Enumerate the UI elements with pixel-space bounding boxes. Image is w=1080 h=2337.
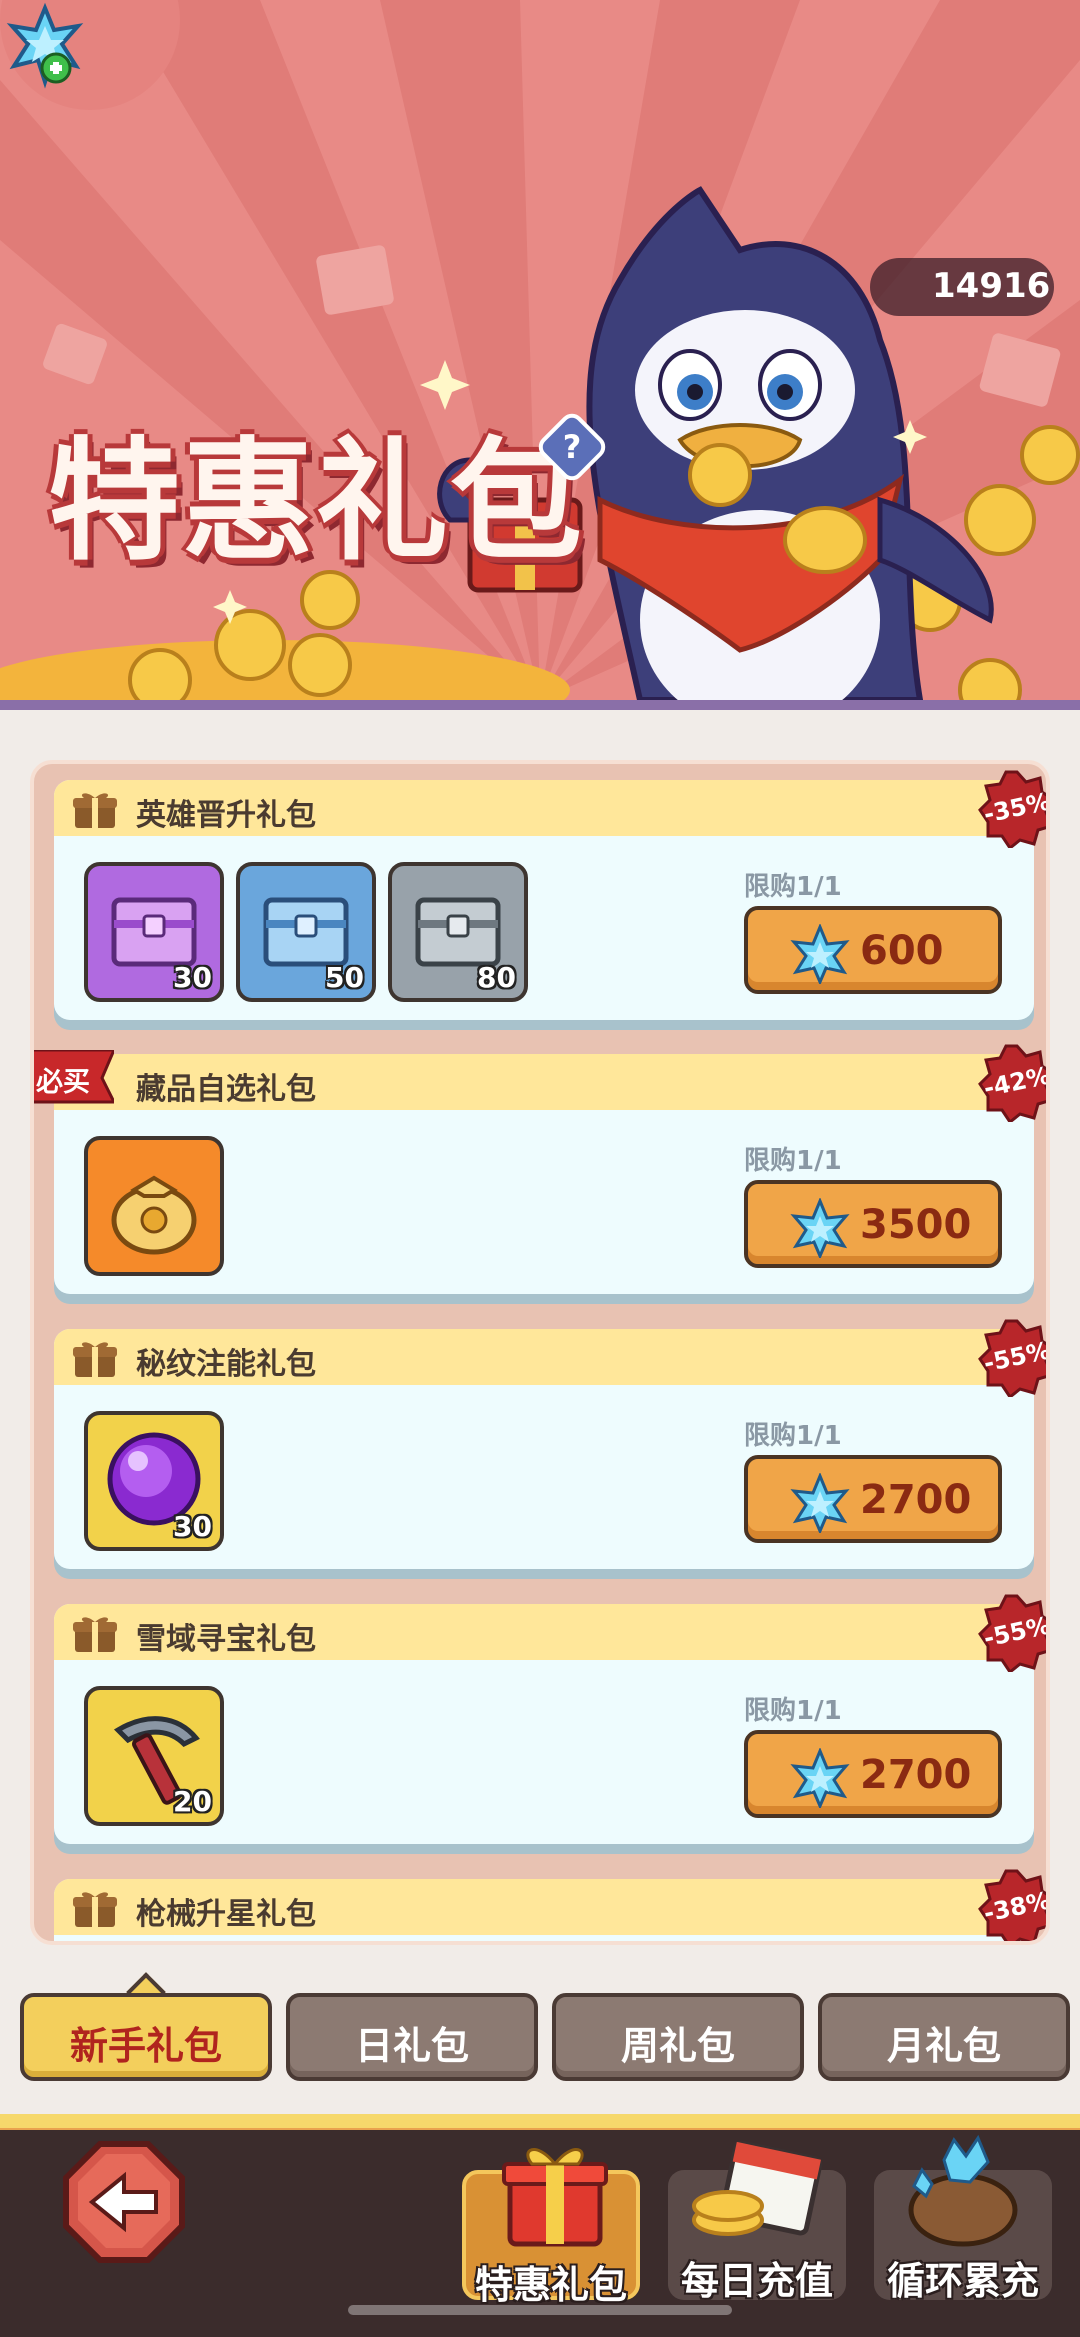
gift-icon bbox=[73, 1617, 117, 1652]
gold-bag-icon bbox=[111, 1175, 197, 1255]
promo-banner: 特惠礼包 ? 14916 bbox=[0, 0, 1080, 710]
nav-daily-recharge[interactable]: 每日充值 bbox=[668, 2140, 846, 2303]
tab-label: 周礼包 bbox=[620, 2024, 735, 2068]
pack-card: 枪械升星礼包 -38% bbox=[54, 1869, 1046, 1941]
nav-cumulative-recharge[interactable]: 循环累充 bbox=[874, 2134, 1052, 2303]
tab-monthly-pack[interactable]: 月礼包 bbox=[818, 1993, 1070, 2081]
pack-header: 枪械升星礼包 bbox=[54, 1879, 1034, 1935]
nav-label: 特惠礼包 bbox=[474, 2263, 627, 2307]
crystal-icon bbox=[790, 1198, 850, 1258]
page-title: 特惠礼包 bbox=[48, 425, 584, 579]
pack-card: 秘纹注能礼包 -55% 30 限购1/1 2700 bbox=[54, 1319, 1046, 1569]
gift-icon bbox=[73, 1892, 117, 1927]
item-slot[interactable]: 20 bbox=[84, 1686, 224, 1826]
banner-background bbox=[0, 0, 1080, 710]
buy-button[interactable]: 3500 bbox=[744, 1180, 1002, 1268]
buy-button[interactable]: 600 bbox=[744, 906, 1002, 994]
pack-header: 秘纹注能礼包 bbox=[54, 1329, 1034, 1385]
must-buy-tag: 必买 bbox=[34, 1048, 117, 1106]
currency-value: 14916 bbox=[932, 266, 1051, 306]
home-indicator bbox=[348, 2305, 732, 2315]
discount-badge: -35% bbox=[978, 770, 1046, 848]
gift-box-icon bbox=[502, 2148, 608, 2247]
discount-badge: -38% bbox=[978, 1869, 1046, 1941]
crystal-icon bbox=[790, 924, 850, 984]
item-quantity: 30 bbox=[173, 961, 212, 994]
item-slot[interactable]: 80 bbox=[388, 862, 528, 1002]
item-quantity: 50 bbox=[325, 961, 364, 994]
price-label: 2700 bbox=[860, 1477, 972, 1523]
discount-badge: -55% bbox=[978, 1594, 1046, 1672]
pack-title: 枪械升星礼包 bbox=[136, 1897, 316, 1932]
buy-button[interactable]: 2700 bbox=[744, 1730, 1002, 1818]
nav-label: 每日充值 bbox=[680, 2259, 833, 2303]
pack-title: 秘纹注能礼包 bbox=[136, 1347, 316, 1382]
gift-icon bbox=[73, 1342, 117, 1377]
crystal-icon bbox=[790, 1473, 850, 1533]
crystal-icon bbox=[790, 1748, 850, 1808]
item-slot[interactable]: 30 bbox=[84, 1411, 224, 1551]
pack-card: 雪域寻宝礼包 -55% 20 限购1/1 2700 bbox=[54, 1594, 1046, 1844]
price-label: 3500 bbox=[860, 1202, 972, 1248]
buy-button[interactable]: 2700 bbox=[744, 1455, 1002, 1543]
pack-card: 英雄晋升礼包 -35% 30 50 80 限购1/1 600 bbox=[54, 770, 1046, 1020]
tab-newbie-pack[interactable]: 新手礼包 bbox=[20, 1993, 272, 2081]
item-quantity: 20 bbox=[173, 1785, 212, 1818]
tab-label: 日礼包 bbox=[354, 2024, 469, 2068]
blue-crystal-plus-icon[interactable] bbox=[0, 0, 90, 90]
item-quantity: 80 bbox=[477, 961, 516, 994]
pack-header: 藏品自选礼包 bbox=[54, 1054, 1034, 1110]
question-icon: ? bbox=[562, 428, 582, 466]
pack-header: 英雄晋升礼包 bbox=[54, 780, 1034, 836]
gift-icon bbox=[73, 793, 117, 828]
tab-label: 新手礼包 bbox=[69, 2024, 222, 2068]
nav-special-pack[interactable]: 特惠礼包 bbox=[462, 2148, 640, 2307]
back-arrow-icon[interactable] bbox=[62, 2140, 186, 2264]
item-slot[interactable] bbox=[84, 1136, 224, 1276]
purchase-limit: 限购1/1 bbox=[744, 872, 842, 902]
tab-label: 月礼包 bbox=[886, 2024, 1001, 2068]
price-label: 600 bbox=[860, 928, 944, 974]
pack-title: 英雄晋升礼包 bbox=[136, 798, 316, 833]
pack-list[interactable]: 英雄晋升礼包 -35% 30 50 80 限购1/1 600 藏品自选礼包 必买… bbox=[30, 760, 1050, 1945]
discount-badge: -55% bbox=[978, 1319, 1046, 1397]
pack-card: 藏品自选礼包 必买 -42% 限购1/1 3500 bbox=[34, 1044, 1046, 1294]
currency-display[interactable]: 14916 bbox=[870, 258, 1054, 316]
must-buy-label: 必买 bbox=[36, 1067, 90, 1098]
purchase-limit: 限购1/1 bbox=[744, 1146, 842, 1176]
crystal-sack-icon bbox=[908, 2134, 1018, 2247]
price-label: 2700 bbox=[860, 1752, 972, 1798]
calendar-coins-icon bbox=[692, 2140, 823, 2236]
item-slot[interactable]: 50 bbox=[236, 862, 376, 1002]
nav-label: 循环累充 bbox=[886, 2259, 1039, 2303]
purchase-limit: 限购1/1 bbox=[744, 1696, 842, 1726]
pack-title: 雪域寻宝礼包 bbox=[136, 1622, 316, 1657]
discount-badge: -42% bbox=[978, 1044, 1046, 1122]
item-slot[interactable]: 30 bbox=[84, 862, 224, 1002]
item-quantity: 30 bbox=[173, 1510, 212, 1543]
pack-header: 雪域寻宝礼包 bbox=[54, 1604, 1034, 1660]
pack-title: 藏品自选礼包 bbox=[136, 1072, 316, 1107]
tab-weekly-pack[interactable]: 周礼包 bbox=[552, 1993, 804, 2081]
purchase-limit: 限购1/1 bbox=[744, 1421, 842, 1451]
tab-daily-pack[interactable]: 日礼包 bbox=[286, 1993, 538, 2081]
